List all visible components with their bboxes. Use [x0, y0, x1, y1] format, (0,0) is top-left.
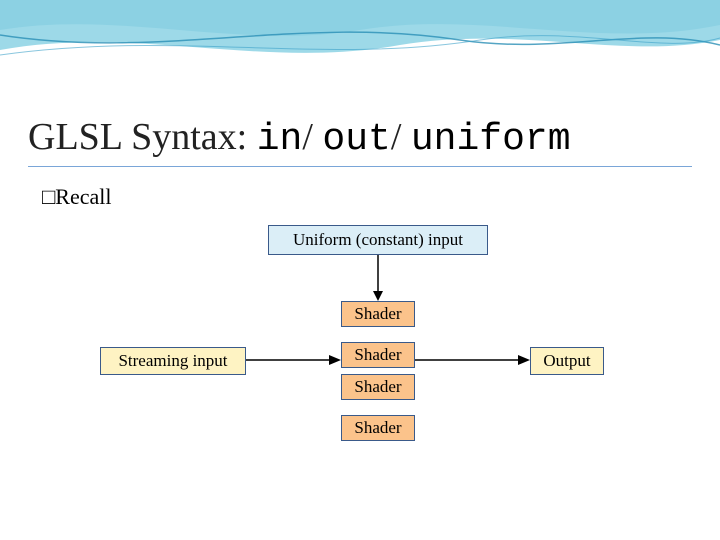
- bullet-icon: □: [42, 184, 55, 209]
- shader-label-2: Shader: [354, 345, 401, 365]
- keyword-out: out: [322, 118, 390, 161]
- title-sep1: /: [302, 116, 322, 158]
- arrow-uniform-to-shader: [370, 255, 386, 301]
- arrow-streaming-to-shader: [246, 352, 341, 368]
- shader-label-1: Shader: [354, 304, 401, 324]
- output-box: Output: [530, 347, 604, 375]
- shader-box-1: Shader: [341, 301, 415, 327]
- shader-box-3: Shader: [341, 374, 415, 400]
- recall-text: Recall: [55, 184, 111, 209]
- uniform-input-label: Uniform (constant) input: [293, 230, 463, 250]
- output-label: Output: [543, 351, 590, 371]
- arrow-shader-to-output: [415, 352, 530, 368]
- streaming-input-box: Streaming input: [100, 347, 246, 375]
- recall-bullet: □Recall: [42, 184, 112, 210]
- uniform-input-box: Uniform (constant) input: [268, 225, 488, 255]
- shader-box-4: Shader: [341, 415, 415, 441]
- slide-title: GLSL Syntax: in/ out/ uniform: [28, 115, 571, 161]
- title-sep2: /: [391, 116, 411, 158]
- wave-decoration: [0, 0, 720, 110]
- streaming-input-label: Streaming input: [118, 351, 227, 371]
- title-prefix: GLSL Syntax:: [28, 116, 257, 158]
- keyword-uniform: uniform: [411, 118, 571, 161]
- keyword-in: in: [257, 118, 303, 161]
- title-underline: [28, 166, 692, 167]
- shader-label-4: Shader: [354, 418, 401, 438]
- shader-box-2: Shader: [341, 342, 415, 368]
- shader-label-3: Shader: [354, 377, 401, 397]
